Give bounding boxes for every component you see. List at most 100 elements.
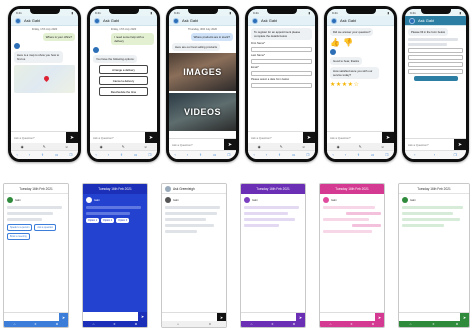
tabs-icon[interactable]: ❐ bbox=[227, 153, 230, 157]
settings-icon[interactable]: ⚙ bbox=[293, 322, 296, 326]
quick-reply-button[interactable]: Book a meeting bbox=[7, 233, 30, 240]
card-body[interactable]: Gabi bbox=[320, 194, 384, 312]
star-rating[interactable]: ★★★★☆ bbox=[330, 81, 391, 88]
tabs-icon[interactable]: ❐ bbox=[148, 153, 151, 157]
send-button[interactable]: ➤ bbox=[454, 138, 466, 151]
menu-icon[interactable]: ≡ bbox=[35, 322, 37, 326]
quick-reply-button[interactable]: Ask a question bbox=[34, 224, 57, 231]
option-button[interactable]: Arrange a delivery bbox=[99, 65, 148, 74]
bookmarks-icon[interactable]: ▭ bbox=[371, 153, 374, 157]
share-icon[interactable]: ⇪ bbox=[278, 153, 281, 157]
form-field[interactable] bbox=[408, 69, 463, 74]
attach-icon[interactable]: ✎ bbox=[280, 145, 283, 149]
card-body[interactable]: Gabi bbox=[399, 194, 469, 312]
attach-icon[interactable]: ✎ bbox=[43, 145, 46, 149]
emoji-icon[interactable]: ☺ bbox=[302, 145, 306, 149]
image-carousel[interactable]: IMAGES bbox=[169, 53, 236, 91]
home-icon[interactable]: ⌂ bbox=[410, 322, 412, 326]
menu-icon[interactable]: ≡ bbox=[351, 322, 353, 326]
chat-body[interactable]: Friday, 17th July 2020 Where is your off… bbox=[11, 26, 78, 131]
send-button[interactable]: ➤ bbox=[145, 131, 157, 144]
send-button[interactable]: ➤ bbox=[382, 131, 394, 144]
form-field[interactable] bbox=[408, 62, 463, 67]
bookmarks-icon[interactable]: ▭ bbox=[213, 153, 216, 157]
attach-icon[interactable]: ✎ bbox=[122, 145, 125, 149]
date-picker[interactable] bbox=[251, 83, 312, 88]
forward-icon[interactable]: › bbox=[108, 153, 109, 157]
bookmarks-icon[interactable]: ▭ bbox=[292, 153, 295, 157]
chat-body[interactable]: To register for an appointment please co… bbox=[248, 26, 315, 131]
emoji-icon[interactable]: ☺ bbox=[381, 145, 385, 149]
home-icon[interactable]: ⌂ bbox=[177, 322, 179, 326]
option-button[interactable]: Reschedule the time bbox=[99, 87, 148, 96]
tabs-icon[interactable]: ❐ bbox=[69, 153, 72, 157]
email-field[interactable] bbox=[251, 71, 312, 76]
attach-icon[interactable]: ✎ bbox=[359, 145, 362, 149]
chat-body[interactable]: Thursday, 30th July 2020 Where products … bbox=[169, 26, 236, 138]
form-field[interactable] bbox=[408, 55, 463, 60]
quick-reply-button[interactable]: Option 3 bbox=[116, 218, 130, 223]
camera-icon[interactable]: ◉ bbox=[21, 145, 24, 149]
camera-icon[interactable]: ◉ bbox=[258, 145, 261, 149]
back-icon[interactable]: ‹ bbox=[17, 153, 18, 157]
menu-icon[interactable]: ≡ bbox=[433, 322, 435, 326]
back-icon[interactable]: ‹ bbox=[175, 153, 176, 157]
option-button[interactable]: Cancel a delivery bbox=[99, 76, 148, 85]
ask-input[interactable]: Ask a Question? bbox=[327, 136, 382, 140]
back-icon[interactable]: ‹ bbox=[254, 153, 255, 157]
ask-input[interactable]: Ask a Question? bbox=[248, 136, 303, 140]
emoji-icon[interactable]: ☺ bbox=[65, 145, 69, 149]
back-icon[interactable]: ‹ bbox=[333, 153, 334, 157]
camera-icon[interactable]: ◉ bbox=[337, 145, 340, 149]
back-icon[interactable]: ‹ bbox=[96, 153, 97, 157]
thumbs-up-icon[interactable]: 👍 bbox=[330, 38, 340, 47]
share-icon[interactable]: ⇪ bbox=[357, 153, 360, 157]
ask-input[interactable]: Ask a Question? bbox=[90, 136, 145, 140]
menu-icon[interactable]: ≡ bbox=[272, 322, 274, 326]
forward-icon[interactable]: › bbox=[434, 153, 435, 157]
first-name-field[interactable] bbox=[251, 47, 312, 52]
card-body[interactable]: Gabi bbox=[162, 194, 226, 312]
ask-input[interactable]: Ask a Question? bbox=[11, 136, 66, 140]
settings-icon[interactable]: ⚙ bbox=[135, 322, 138, 326]
home-icon[interactable]: ⌂ bbox=[14, 322, 16, 326]
quick-reply-button[interactable]: Option 2 bbox=[101, 218, 115, 223]
tabs-icon[interactable]: ❐ bbox=[385, 153, 388, 157]
home-icon[interactable]: ⌂ bbox=[251, 322, 253, 326]
menu-icon[interactable]: ≡ bbox=[114, 322, 116, 326]
submit-button[interactable] bbox=[413, 76, 458, 81]
share-icon[interactable]: ⇪ bbox=[41, 153, 44, 157]
settings-icon[interactable]: ⚙ bbox=[372, 322, 375, 326]
quick-reply-button[interactable]: Speak to a person bbox=[7, 224, 33, 231]
chat-body[interactable]: Friday, 17th July 2020 I need some help … bbox=[90, 26, 157, 131]
card-body[interactable]: Gabi Speak to a person Ask a question Bo… bbox=[4, 194, 68, 312]
back-icon[interactable]: ‹ bbox=[414, 153, 415, 157]
last-name-field[interactable] bbox=[251, 59, 312, 64]
chat-body[interactable]: Did we answer your question? 👍 👎 Good to… bbox=[327, 26, 394, 131]
menu-icon[interactable]: ≡ bbox=[209, 322, 211, 326]
ask-input[interactable]: Ask a Question? bbox=[405, 143, 454, 147]
card-body[interactable]: Gabi bbox=[241, 194, 305, 312]
send-button[interactable]: ➤ bbox=[138, 312, 147, 321]
bookmarks-icon[interactable]: ▭ bbox=[55, 153, 58, 157]
tabs-icon[interactable]: ❐ bbox=[454, 153, 457, 157]
send-button[interactable]: ➤ bbox=[66, 131, 78, 144]
settings-icon[interactable]: ⚙ bbox=[56, 322, 59, 326]
video-carousel[interactable]: VIDEOS bbox=[169, 93, 236, 131]
share-icon[interactable]: ⇪ bbox=[199, 153, 202, 157]
forward-icon[interactable]: › bbox=[187, 153, 188, 157]
form-field[interactable] bbox=[408, 48, 463, 53]
settings-icon[interactable]: ⚙ bbox=[456, 322, 459, 326]
share-icon[interactable]: ⇪ bbox=[120, 153, 123, 157]
map-widget[interactable] bbox=[14, 65, 75, 93]
forward-icon[interactable]: › bbox=[345, 153, 346, 157]
send-button[interactable]: ➤ bbox=[303, 131, 315, 144]
forward-icon[interactable]: › bbox=[29, 153, 30, 157]
home-icon[interactable]: ⌂ bbox=[330, 322, 332, 326]
card-body[interactable]: Gabi Option 1 Option 2 Option 3 bbox=[83, 194, 147, 312]
home-icon[interactable]: ⌂ bbox=[93, 322, 95, 326]
quick-reply-button[interactable]: Option 1 bbox=[86, 218, 100, 223]
bookmarks-icon[interactable]: ▭ bbox=[134, 153, 137, 157]
ask-input[interactable]: Ask a Question? bbox=[169, 143, 224, 147]
emoji-icon[interactable]: ☺ bbox=[144, 145, 148, 149]
